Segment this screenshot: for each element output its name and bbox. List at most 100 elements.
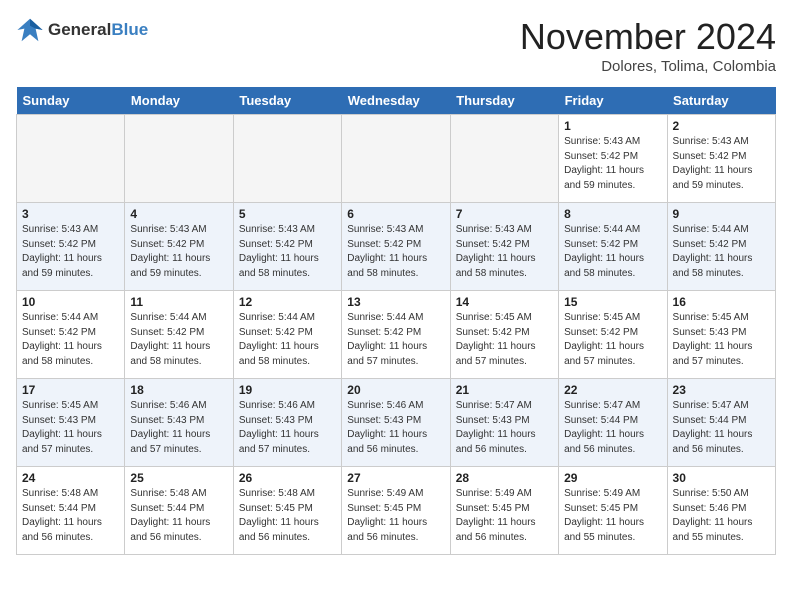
day-info: Sunrise: 5:43 AM Sunset: 5:42 PM Dayligh…: [347, 223, 444, 281]
day-number: 8: [564, 207, 661, 221]
calendar-day-cell: 16 Sunrise: 5:45 AM Sunset: 5:43 PM Dayli…: [667, 291, 775, 379]
calendar-day-cell: 3 Sunrise: 5:43 AM Sunset: 5:42 PM Daylig…: [17, 203, 125, 291]
calendar-day-cell: 18 Sunrise: 5:46 AM Sunset: 5:43 PM Dayli…: [125, 379, 233, 467]
calendar-day-cell: 24Sunrise: 5:48 AM Sunset: 5:44 PM Dayli…: [17, 467, 125, 555]
calendar-day-cell: [17, 115, 125, 203]
day-number: 17: [22, 383, 119, 397]
calendar-day-cell: 26 Sunrise: 5:48 AM Sunset: 5:45 PM Dayli…: [233, 467, 341, 555]
calendar-table: SundayMondayTuesdayWednesdayThursdayFrid…: [16, 87, 776, 555]
day-info: Sunrise: 5:45 AM Sunset: 5:42 PM Dayligh…: [456, 311, 553, 369]
day-number: 18: [130, 383, 227, 397]
day-number: 14: [456, 295, 553, 309]
day-info: Sunrise: 5:44 AM Sunset: 5:42 PM Dayligh…: [130, 311, 227, 369]
logo: GeneralBlue: [16, 16, 148, 44]
day-number: 3: [22, 207, 119, 221]
calendar-day-cell: 22 Sunrise: 5:47 AM Sunset: 5:44 PM Dayli…: [559, 379, 667, 467]
day-number: 7: [456, 207, 553, 221]
calendar-week-row: 1 Sunrise: 5:43 AM Sunset: 5:42 PM Daylig…: [17, 115, 776, 203]
calendar-week-row: 3 Sunrise: 5:43 AM Sunset: 5:42 PM Daylig…: [17, 203, 776, 291]
calendar-day-cell: [342, 115, 450, 203]
header: GeneralBlue November 2024 Dolores, Tolim…: [16, 16, 776, 75]
calendar-day-cell: 14 Sunrise: 5:45 AM Sunset: 5:42 PM Dayli…: [450, 291, 558, 379]
day-info: Sunrise: 5:49 AM Sunset: 5:45 PM Dayligh…: [347, 487, 444, 545]
calendar-day-cell: 4 Sunrise: 5:43 AM Sunset: 5:42 PM Daylig…: [125, 203, 233, 291]
calendar-day-cell: 1Sunrise: 5:43 AM Sunset: 5:42 PM Daylig…: [559, 115, 667, 203]
day-info: Sunrise: 5:44 AM Sunset: 5:42 PM Dayligh…: [673, 223, 770, 281]
day-number: 30: [673, 471, 770, 485]
day-number: 15: [564, 295, 661, 309]
day-number: 19: [239, 383, 336, 397]
day-info: Sunrise: 5:45 AM Sunset: 5:43 PM Dayligh…: [673, 311, 770, 369]
weekday-header-monday: Monday: [125, 87, 233, 115]
day-number: 1: [564, 119, 661, 133]
day-info: Sunrise: 5:43 AM Sunset: 5:42 PM Dayligh…: [673, 135, 770, 193]
logo-icon: [16, 16, 44, 44]
calendar-day-cell: 17 Sunrise: 5:45 AM Sunset: 5:43 PM Dayli…: [17, 379, 125, 467]
calendar-day-cell: 10 Sunrise: 5:44 AM Sunset: 5:42 PM Dayli…: [17, 291, 125, 379]
day-info: Sunrise: 5:45 AM Sunset: 5:42 PM Dayligh…: [564, 311, 661, 369]
day-info: Sunrise: 5:45 AM Sunset: 5:43 PM Dayligh…: [22, 399, 119, 457]
day-number: 6: [347, 207, 444, 221]
day-number: 28: [456, 471, 553, 485]
calendar-day-cell: 19Sunrise: 5:46 AM Sunset: 5:43 PM Dayli…: [233, 379, 341, 467]
calendar-day-cell: [125, 115, 233, 203]
calendar-day-cell: 20Sunrise: 5:46 AM Sunset: 5:43 PM Dayli…: [342, 379, 450, 467]
calendar-day-cell: 9 Sunrise: 5:44 AM Sunset: 5:42 PM Daylig…: [667, 203, 775, 291]
day-number: 23: [673, 383, 770, 397]
calendar-day-cell: [233, 115, 341, 203]
weekday-header-saturday: Saturday: [667, 87, 775, 115]
weekday-header-thursday: Thursday: [450, 87, 558, 115]
day-info: Sunrise: 5:44 AM Sunset: 5:42 PM Dayligh…: [347, 311, 444, 369]
logo-text: GeneralBlue: [48, 20, 148, 40]
weekday-header-sunday: Sunday: [17, 87, 125, 115]
day-number: 22: [564, 383, 661, 397]
day-info: Sunrise: 5:43 AM Sunset: 5:42 PM Dayligh…: [130, 223, 227, 281]
calendar-day-cell: 12Sunrise: 5:44 AM Sunset: 5:42 PM Dayli…: [233, 291, 341, 379]
day-number: 20: [347, 383, 444, 397]
day-info: Sunrise: 5:47 AM Sunset: 5:44 PM Dayligh…: [564, 399, 661, 457]
day-number: 21: [456, 383, 553, 397]
day-info: Sunrise: 5:47 AM Sunset: 5:43 PM Dayligh…: [456, 399, 553, 457]
day-number: 4: [130, 207, 227, 221]
calendar-day-cell: 23Sunrise: 5:47 AM Sunset: 5:44 PM Dayli…: [667, 379, 775, 467]
day-number: 26: [239, 471, 336, 485]
day-info: Sunrise: 5:44 AM Sunset: 5:42 PM Dayligh…: [564, 223, 661, 281]
day-info: Sunrise: 5:46 AM Sunset: 5:43 PM Dayligh…: [130, 399, 227, 457]
calendar-day-cell: 13 Sunrise: 5:44 AM Sunset: 5:42 PM Dayli…: [342, 291, 450, 379]
weekday-header-wednesday: Wednesday: [342, 87, 450, 115]
day-info: Sunrise: 5:49 AM Sunset: 5:45 PM Dayligh…: [456, 487, 553, 545]
day-info: Sunrise: 5:43 AM Sunset: 5:42 PM Dayligh…: [22, 223, 119, 281]
weekday-header-row: SundayMondayTuesdayWednesdayThursdayFrid…: [17, 87, 776, 115]
day-info: Sunrise: 5:48 AM Sunset: 5:45 PM Dayligh…: [239, 487, 336, 545]
calendar-week-row: 10 Sunrise: 5:44 AM Sunset: 5:42 PM Dayli…: [17, 291, 776, 379]
calendar-day-cell: 6 Sunrise: 5:43 AM Sunset: 5:42 PM Daylig…: [342, 203, 450, 291]
calendar-week-row: 24 Sunrise: 5:48 AM Sunset: 5:44 PM Dayli…: [17, 467, 776, 555]
calendar-day-cell: 21 Sunrise: 5:47 AM Sunset: 5:43 PM Dayli…: [450, 379, 558, 467]
day-number: 9: [673, 207, 770, 221]
day-number: 24: [22, 471, 119, 485]
calendar-day-cell: [450, 115, 558, 203]
day-info: Sunrise: 5:44 AM Sunset: 5:42 PM Dayligh…: [22, 311, 119, 369]
calendar-day-cell: 30 Sunrise: 5:50 AM Sunset: 5:46 PM Dayli…: [667, 467, 775, 555]
day-info: Sunrise: 5:49 AM Sunset: 5:45 PM Dayligh…: [564, 487, 661, 545]
day-info: Sunrise: 5:48 AM Sunset: 5:44 PM Dayligh…: [130, 487, 227, 545]
day-info: Sunrise: 5:43 AM Sunset: 5:42 PM Dayligh…: [456, 223, 553, 281]
day-number: 13: [347, 295, 444, 309]
calendar-day-cell: 28 Sunrise: 5:49 AM Sunset: 5:45 PM Dayli…: [450, 467, 558, 555]
day-number: 25: [130, 471, 227, 485]
day-info: Sunrise: 5:50 AM Sunset: 5:46 PM Dayligh…: [673, 487, 770, 545]
day-number: 16: [673, 295, 770, 309]
calendar-day-cell: 8 Sunrise: 5:44 AM Sunset: 5:42 PM Daylig…: [559, 203, 667, 291]
day-number: 11: [130, 295, 227, 309]
calendar-day-cell: 7 Sunrise: 5:43 AM Sunset: 5:42 PM Daylig…: [450, 203, 558, 291]
day-number: 5: [239, 207, 336, 221]
calendar-day-cell: 29Sunrise: 5:49 AM Sunset: 5:45 PM Dayli…: [559, 467, 667, 555]
day-number: 12: [239, 295, 336, 309]
day-info: Sunrise: 5:43 AM Sunset: 5:42 PM Dayligh…: [239, 223, 336, 281]
day-number: 10: [22, 295, 119, 309]
calendar-day-cell: 11 Sunrise: 5:44 AM Sunset: 5:42 PM Dayli…: [125, 291, 233, 379]
weekday-header-tuesday: Tuesday: [233, 87, 341, 115]
calendar-day-cell: 5 Sunrise: 5:43 AM Sunset: 5:42 PM Daylig…: [233, 203, 341, 291]
location: Dolores, Tolima, Colombia: [520, 58, 776, 75]
calendar-day-cell: 15 Sunrise: 5:45 AM Sunset: 5:42 PM Dayli…: [559, 291, 667, 379]
